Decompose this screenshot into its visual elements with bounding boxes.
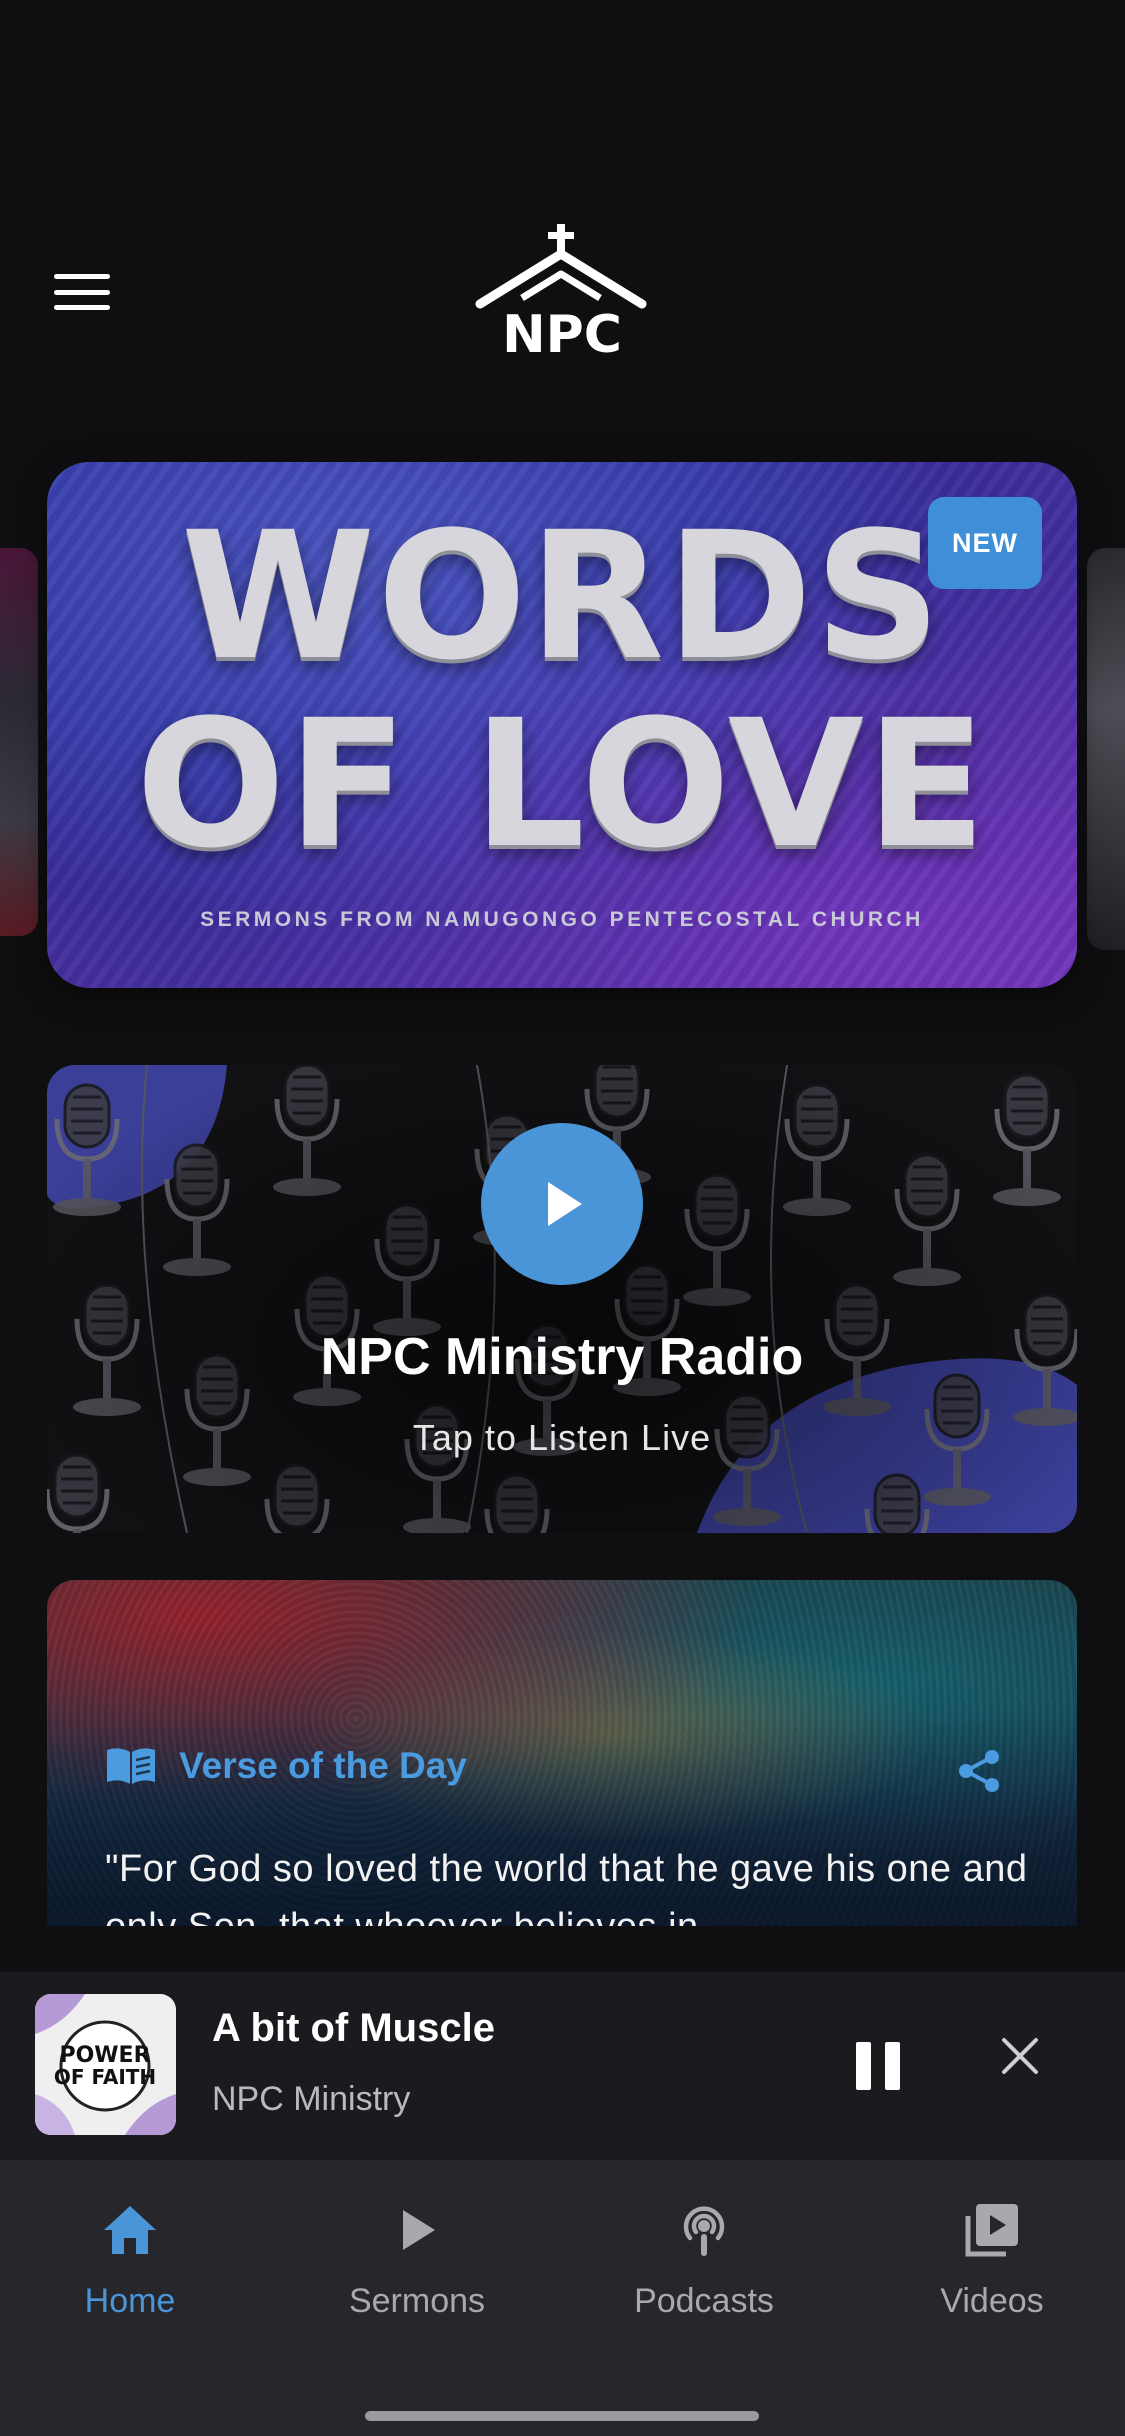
carousel-next-peek[interactable] [1087, 548, 1125, 950]
menu-button[interactable] [50, 268, 114, 316]
tab-videos[interactable]: Videos [882, 2200, 1102, 2350]
menu-line [54, 274, 110, 279]
verse-card[interactable]: Verse of the Day "For God so loved the w… [47, 1580, 1077, 1926]
verse-text: "For God so loved the world that he gave… [105, 1848, 1028, 1926]
hero-banner[interactable]: WORDS OF LOVE SERMONS FROM NAMUGONGO PEN… [47, 462, 1077, 988]
video-library-icon [965, 2204, 1018, 2257]
mini-player[interactable]: POWER OF FAITH A bit of Muscle NPC Minis… [0, 1972, 1125, 2160]
home-icon [104, 2206, 156, 2254]
radio-subtitle: Tap to Listen Live [412, 1417, 712, 1458]
verse-header: Verse of the Day [105, 1745, 467, 1787]
tab-podcasts[interactable]: Podcasts [594, 2200, 814, 2350]
tab-sermons[interactable]: Sermons [307, 2200, 527, 2350]
radio-play-button[interactable] [481, 1123, 643, 1285]
radio-card[interactable]: NPC Ministry Radio Tap to Listen Live [47, 1065, 1077, 1533]
track-title: A bit of Muscle [212, 2006, 495, 2050]
carousel-prev-peek[interactable] [0, 548, 38, 936]
track-artist: NPC Ministry [212, 2080, 411, 2118]
tab-podcasts-label: Podcasts [634, 2282, 774, 2320]
book-icon [107, 1748, 155, 1784]
npc-logo: NPC [475, 224, 647, 362]
pause-bar [856, 2042, 871, 2090]
hero-title-line2: OF LOVE [135, 682, 989, 887]
home-indicator [365, 2411, 759, 2421]
tab-sermons-label: Sermons [348, 2282, 486, 2320]
hero-title-line1: WORDS [180, 494, 944, 699]
tab-home[interactable]: Home [20, 2200, 240, 2350]
menu-line [54, 305, 110, 310]
share-icon[interactable] [956, 1748, 1002, 1794]
podcast-icon [683, 2206, 725, 2256]
pause-bar [885, 2042, 900, 2090]
play-icon [403, 2210, 435, 2250]
verse-label: Verse of the Day [179, 1745, 467, 1786]
radio-title: NPC Ministry Radio [320, 1328, 804, 1386]
bottom-tab-bar: Home Sermons Podcasts Videos [0, 2160, 1125, 2436]
hero-subtitle: SERMONS FROM NAMUGONGO PENTECOSTAL CHURC… [200, 908, 924, 931]
logo-text: NPC [502, 305, 622, 362]
album-art: POWER OF FAITH [35, 1994, 176, 2135]
menu-line [54, 289, 110, 295]
pause-icon[interactable] [854, 2036, 902, 2096]
new-badge: NEW [928, 497, 1042, 589]
album-text-2: OF FAITH [54, 2065, 156, 2089]
tab-home-label: Home [84, 2282, 176, 2320]
play-icon [548, 1182, 582, 1226]
tab-videos-label: Videos [940, 2282, 1044, 2320]
close-icon[interactable] [996, 2032, 1044, 2080]
